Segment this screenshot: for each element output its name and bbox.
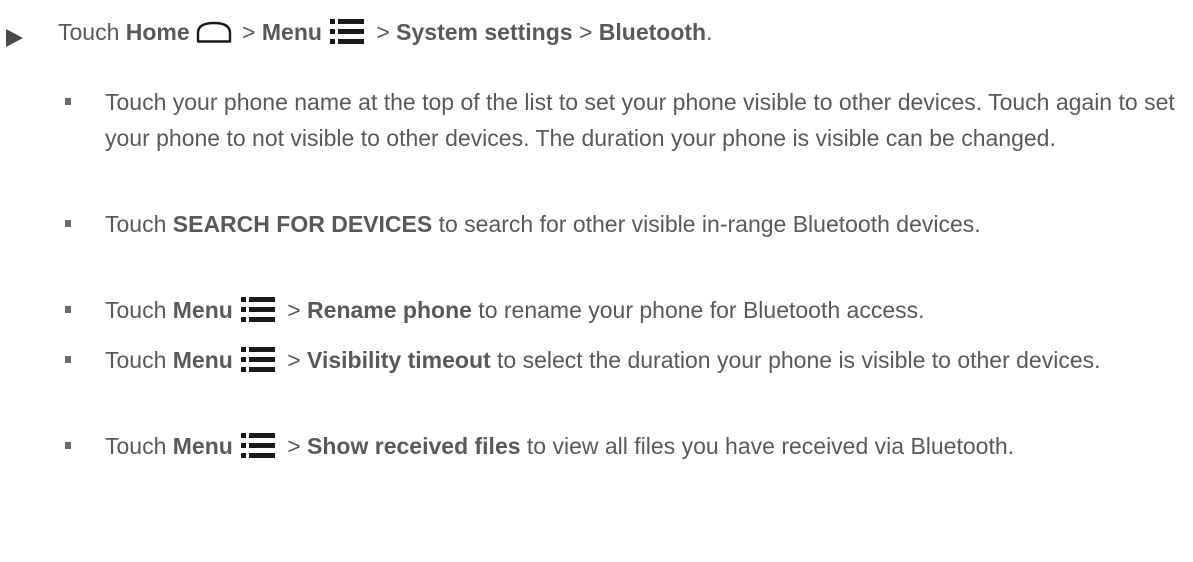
step-text: Touch Home > Menu > System settings > Bl… bbox=[58, 12, 713, 52]
rename-phone-label: Rename phone bbox=[307, 297, 472, 323]
list-item: Touch Menu > Visibility timeout to selec… bbox=[65, 342, 1180, 378]
bullet-icon bbox=[65, 442, 71, 449]
separator: > bbox=[235, 19, 262, 45]
show-received-files-label: Show received files bbox=[307, 433, 521, 459]
menu-icon bbox=[329, 18, 364, 44]
home-label: Home bbox=[125, 19, 190, 45]
menu-label: Menu bbox=[172, 347, 233, 373]
bullet-icon bbox=[65, 98, 71, 105]
period: . bbox=[706, 19, 713, 45]
menu-label: Menu bbox=[172, 433, 233, 459]
list-item-text: Touch SEARCH FOR DEVICES to search for o… bbox=[105, 211, 981, 237]
search-for-devices-label: SEARCH FOR DEVICES bbox=[172, 211, 433, 237]
step-prefix: Touch bbox=[58, 19, 126, 45]
bluetooth-label: Bluetooth bbox=[598, 19, 707, 45]
step-arrow-icon bbox=[6, 29, 23, 47]
bullet-icon bbox=[65, 356, 71, 363]
list-item: Touch Menu > Show received files to view… bbox=[65, 428, 1180, 464]
list-item: Touch your phone name at the top of the … bbox=[65, 84, 1180, 156]
menu-icon bbox=[240, 296, 275, 322]
menu-icon bbox=[240, 346, 275, 372]
list-item-text: Touch Menu > Rename phone to rename your… bbox=[105, 296, 925, 323]
menu-label: Menu bbox=[172, 297, 233, 323]
bullet-icon bbox=[65, 306, 71, 313]
list-item: Touch SEARCH FOR DEVICES to search for o… bbox=[65, 206, 1180, 242]
menu-icon bbox=[240, 432, 275, 458]
system-settings-label: System settings bbox=[396, 19, 573, 45]
separator: > bbox=[572, 19, 599, 45]
list-item-text: Touch your phone name at the top of the … bbox=[105, 89, 1175, 151]
visibility-timeout-label: Visibility timeout bbox=[307, 347, 491, 373]
bullet-icon bbox=[65, 220, 71, 227]
list-item-text: Touch Menu > Visibility timeout to selec… bbox=[105, 346, 1101, 373]
list-item-text: Touch Menu > Show received files to view… bbox=[105, 432, 1015, 459]
separator: > bbox=[369, 19, 397, 45]
list-item: Touch Menu > Rename phone to rename your… bbox=[65, 292, 1180, 328]
home-icon bbox=[196, 21, 231, 43]
menu-label: Menu bbox=[261, 19, 322, 45]
